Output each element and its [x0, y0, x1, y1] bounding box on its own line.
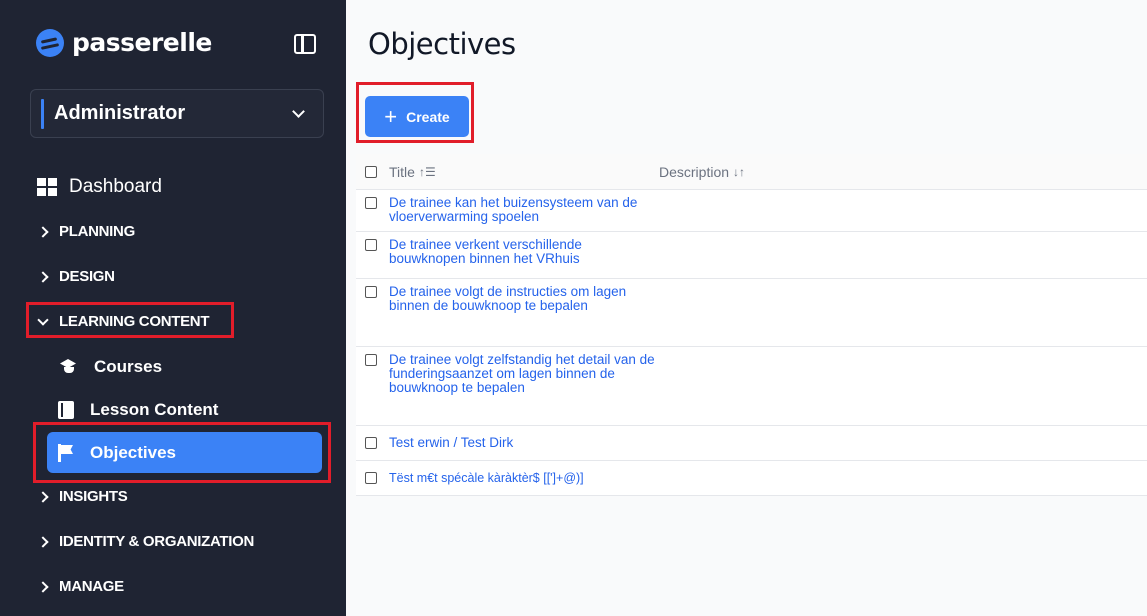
- objective-title-link[interactable]: De trainee kan het buizensysteem van de …: [389, 190, 659, 230]
- chevron-down-icon: [37, 313, 49, 326]
- chevron-right-icon: [37, 225, 49, 238]
- sidebar-section-learning-content[interactable]: LEARNING CONTENT: [37, 313, 210, 330]
- sidebar-item-label: Lesson Content: [90, 400, 219, 419]
- create-button[interactable]: + Create: [365, 96, 469, 137]
- sidebar-section-design[interactable]: DESIGN: [37, 268, 115, 285]
- dashboard-icon: [37, 178, 57, 196]
- table-row[interactable]: Test erwin / Test Dirk: [356, 426, 1147, 461]
- role-accent-bar: [41, 98, 44, 129]
- table-row[interactable]: De trainee kan het buizensysteem van de …: [356, 190, 1147, 232]
- role-select-value: Administrator: [54, 102, 186, 124]
- row-checkbox[interactable]: [365, 472, 377, 484]
- passerelle-logo-icon: [36, 28, 64, 57]
- sidebar-section-identity[interactable]: IDENTITY & ORGANIZATION: [37, 533, 254, 550]
- column-header-label: Description: [659, 163, 730, 180]
- sort-icon[interactable]: ↑☰: [419, 165, 436, 179]
- sidebar-toggle-icon[interactable]: [294, 34, 316, 54]
- objective-title-link[interactable]: Tëst m€t spécàle kàràktèr$ [[']+@)]: [389, 461, 659, 491]
- sidebar-section-manage[interactable]: MANAGE: [37, 578, 124, 595]
- sidebar-item-label: Objectives: [90, 443, 176, 462]
- sidebar-section-label: IDENTITY & ORGANIZATION: [59, 533, 255, 550]
- table-header-row: Title ↑☰ Description ↓↑: [356, 154, 1147, 190]
- sort-icon[interactable]: ↓↑: [733, 165, 745, 179]
- row-checkbox[interactable]: [365, 286, 377, 298]
- sidebar-item-lesson-content[interactable]: Lesson Content: [58, 400, 218, 420]
- brand-logo[interactable]: passerelle: [36, 28, 212, 57]
- plus-icon: +: [384, 103, 398, 129]
- row-checkbox[interactable]: [365, 239, 377, 251]
- sidebar-section-label: PLANNING: [59, 223, 135, 240]
- column-header-title[interactable]: Title ↑☰: [389, 164, 659, 180]
- page-title: Objectives: [368, 27, 516, 61]
- objective-title-link[interactable]: De trainee volgt de instructies om lagen…: [389, 279, 659, 319]
- table-row[interactable]: De trainee volgt de instructies om lagen…: [356, 279, 1147, 347]
- chevron-right-icon: [37, 270, 49, 283]
- role-select[interactable]: Administrator: [30, 89, 324, 138]
- sidebar-section-insights[interactable]: INSIGHTS: [37, 488, 128, 505]
- chevron-right-icon: [37, 535, 49, 548]
- sidebar: passerelle Administrator Dashboard PLANN…: [0, 0, 346, 616]
- objective-title-link[interactable]: De trainee verkent verschillende bouwkno…: [389, 232, 659, 272]
- table-row[interactable]: De trainee verkent verschillende bouwkno…: [356, 232, 1147, 279]
- sidebar-item-objectives[interactable]: Objectives: [58, 443, 176, 463]
- row-checkbox[interactable]: [365, 354, 377, 366]
- brand-name: passerelle: [72, 28, 212, 57]
- table-row[interactable]: De trainee volgt zelfstandig het detail …: [356, 347, 1147, 426]
- book-icon: [58, 401, 74, 419]
- row-checkbox[interactable]: [365, 197, 377, 209]
- column-header-label: Title: [389, 163, 415, 180]
- select-all-checkbox[interactable]: [365, 165, 377, 178]
- column-header-description[interactable]: Description ↓↑: [659, 164, 745, 180]
- sidebar-item-dashboard[interactable]: Dashboard: [37, 176, 162, 198]
- table-row[interactable]: Tëst m€t spécàle kàràktèr$ [[']+@)]: [356, 461, 1147, 496]
- graduation-cap-icon: [58, 359, 80, 375]
- sidebar-item-label: Dashboard: [69, 176, 162, 197]
- chevron-right-icon: [37, 490, 49, 503]
- sidebar-section-label: MANAGE: [59, 578, 124, 595]
- sidebar-section-planning[interactable]: PLANNING: [37, 223, 135, 240]
- sidebar-section-label: DESIGN: [59, 268, 115, 285]
- flag-icon: [58, 444, 74, 462]
- sidebar-section-label: LEARNING CONTENT: [59, 313, 210, 330]
- chevron-right-icon: [37, 580, 49, 593]
- row-checkbox[interactable]: [365, 437, 377, 449]
- sidebar-item-courses[interactable]: Courses: [58, 357, 162, 377]
- create-button-label: Create: [406, 108, 450, 125]
- objective-title-link[interactable]: Test erwin / Test Dirk: [389, 426, 659, 456]
- sidebar-item-label: Courses: [94, 357, 163, 376]
- objective-title-link[interactable]: De trainee volgt zelfstandig het detail …: [389, 347, 659, 401]
- chevron-down-icon: [292, 104, 305, 118]
- objectives-table: Title ↑☰ Description ↓↑ De trainee kan h…: [356, 154, 1147, 496]
- sidebar-section-label: INSIGHTS: [59, 488, 128, 505]
